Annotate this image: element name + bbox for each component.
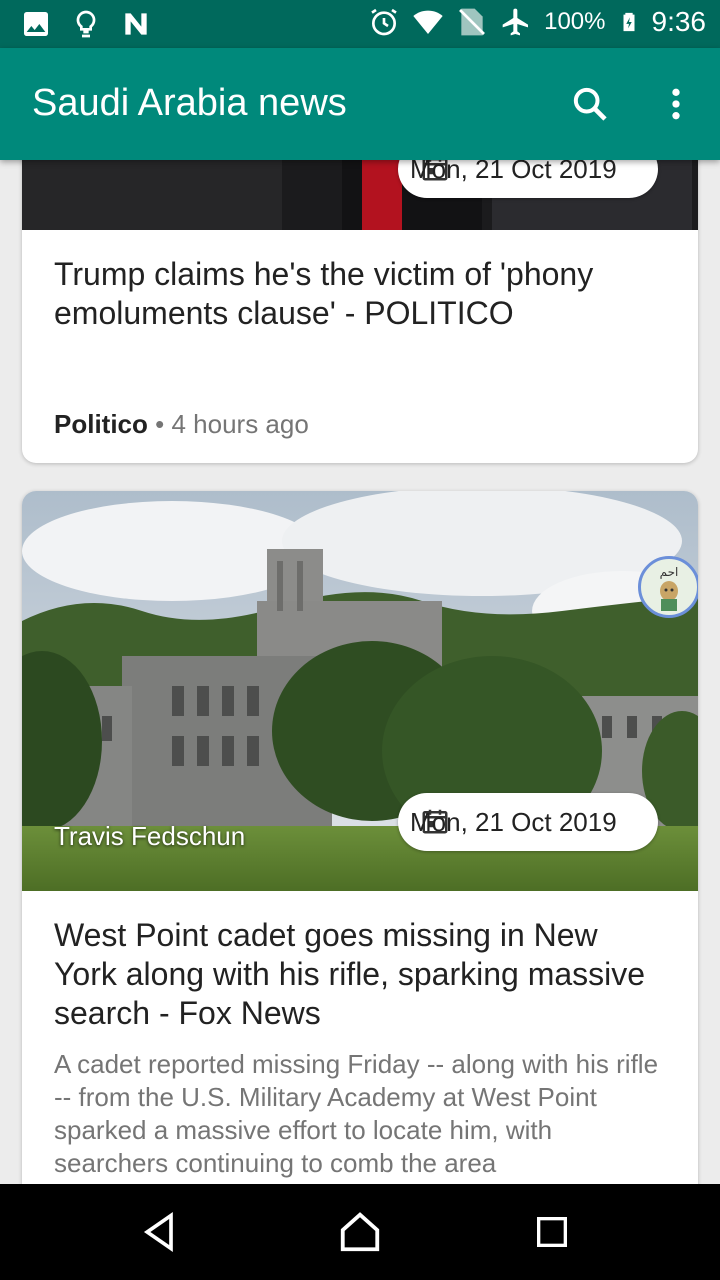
recents-icon xyxy=(537,1217,567,1247)
wifi-icon xyxy=(413,10,443,34)
status-bar: 100% 9:36 xyxy=(0,0,720,48)
article-image: احم Travis Fedschun Mon, 21 Oct 2019 xyxy=(22,491,698,891)
image-icon xyxy=(24,12,48,36)
article-date: Mon, 21 Oct 2019 xyxy=(410,160,617,184)
article-source: Politico xyxy=(54,409,148,439)
more-vert-icon xyxy=(672,88,680,120)
date-chip: Mon, 21 Oct 2019 xyxy=(398,793,658,851)
home-button[interactable] xyxy=(334,1206,386,1258)
lightbulb-icon xyxy=(76,10,96,38)
no-sim-icon xyxy=(459,8,486,36)
recents-button[interactable] xyxy=(526,1206,578,1258)
alarm-icon xyxy=(371,8,397,36)
back-icon xyxy=(143,1212,173,1252)
news-feed[interactable]: Mon, 21 Oct 2019 Trump claims he's the v… xyxy=(0,160,720,1184)
home-icon xyxy=(340,1212,380,1252)
author-avatar[interactable]: احم xyxy=(638,556,698,618)
search-button[interactable] xyxy=(566,80,614,128)
article-description: A cadet reported missing Friday -- along… xyxy=(54,1049,659,1178)
meta-separator: • xyxy=(155,409,165,439)
article-date: Mon, 21 Oct 2019 xyxy=(410,806,617,837)
battery-charging-icon xyxy=(623,12,634,32)
app-bar: Saudi Arabia news xyxy=(0,48,720,160)
overflow-menu-button[interactable] xyxy=(652,80,700,128)
avatar-figure-icon xyxy=(660,581,678,611)
clock: 9:36 xyxy=(651,6,707,37)
n-icon xyxy=(125,13,147,35)
article-time: 4 hours ago xyxy=(171,409,309,439)
app-title: Saudi Arabia news xyxy=(32,82,347,124)
back-button[interactable] xyxy=(134,1206,186,1258)
article-image: Mon, 21 Oct 2019 xyxy=(22,160,698,230)
battery-percent: 100% xyxy=(544,8,606,35)
article-title[interactable]: Trump claims he's the victim of 'phony e… xyxy=(54,255,666,333)
article-title[interactable]: West Point cadet goes missing in New Yor… xyxy=(54,916,666,1033)
news-card[interactable]: Mon, 21 Oct 2019 Trump claims he's the v… xyxy=(22,160,698,463)
airplane-icon xyxy=(502,8,529,36)
date-chip: Mon, 21 Oct 2019 xyxy=(398,160,658,198)
navigation-bar xyxy=(0,1184,720,1280)
image-caption: Travis Fedschun xyxy=(54,821,246,851)
news-card[interactable]: احم Travis Fedschun Mon, 21 Oct 2019 Wes… xyxy=(22,491,698,1184)
search-icon xyxy=(573,87,607,121)
article-meta: Politico • 4 hours ago xyxy=(54,409,309,440)
